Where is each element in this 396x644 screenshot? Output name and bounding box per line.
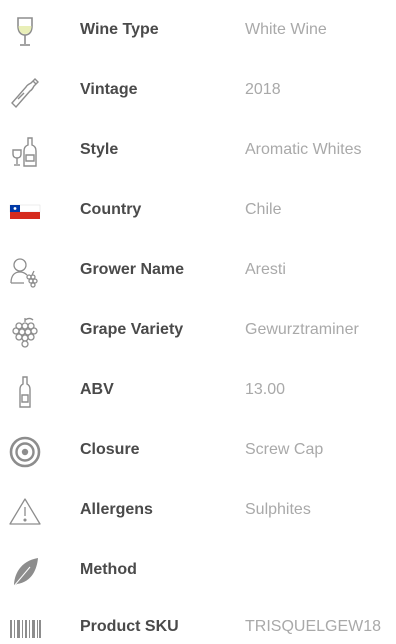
bottle-icon <box>6 73 44 111</box>
leaf-icon <box>6 553 44 591</box>
spec-label: Country <box>80 201 142 218</box>
wine-glass-icon <box>6 13 44 51</box>
spec-label: ABV <box>80 381 114 398</box>
spec-label: Vintage <box>80 81 138 98</box>
spec-value: White Wine <box>245 21 327 38</box>
spec-row-closure: Closure Screw Cap <box>0 427 396 475</box>
spec-label: Grower Name <box>80 261 185 278</box>
closure-target-icon <box>6 433 44 471</box>
grower-icon <box>6 253 44 291</box>
spec-row-style: Style Aromatic Whites <box>0 127 396 175</box>
spec-row-abv: ABV 13.00 <box>0 367 396 415</box>
spec-row-wine-type: Wine Type White Wine <box>0 7 396 55</box>
barcode-icon <box>6 610 44 644</box>
spec-value: Aresti <box>245 261 286 278</box>
spec-label: Grape Variety <box>80 321 184 338</box>
spec-row-method: Method <box>0 547 396 595</box>
spec-label: Method <box>80 561 137 578</box>
spec-value: Sulphites <box>245 501 311 518</box>
spec-row-grower-name: Grower Name Aresti <box>0 247 396 295</box>
grapes-icon <box>6 313 44 351</box>
spec-value: Gewurztraminer <box>245 321 359 338</box>
spec-row-grape-variety: Grape Variety Gewurztraminer <box>0 307 396 355</box>
wine-specs-list: Wine Type White Wine Vintage 2018 Style <box>0 0 396 644</box>
spec-label: Allergens <box>80 501 153 518</box>
spec-value: Screw Cap <box>245 441 324 458</box>
bottle-and-glass-icon <box>6 133 44 171</box>
spec-row-country: Country Chile <box>0 187 396 235</box>
warning-triangle-icon <box>6 493 44 531</box>
spec-row-product-sku: Product SKU TRISQUELGEW18 <box>0 604 396 644</box>
spec-label: Product SKU <box>80 618 179 635</box>
spec-value: Aromatic Whites <box>245 141 362 158</box>
spec-value: 13.00 <box>245 381 286 398</box>
spec-row-allergens: Allergens Sulphites <box>0 487 396 535</box>
spec-label: Closure <box>80 441 140 458</box>
chile-flag-icon <box>6 193 44 231</box>
spec-label: Wine Type <box>80 21 159 38</box>
spec-value: 2018 <box>245 81 281 98</box>
spec-value: TRISQUELGEW18 <box>245 618 382 635</box>
spec-row-vintage: Vintage 2018 <box>0 67 396 115</box>
abv-bottle-icon <box>6 373 44 411</box>
spec-value: Chile <box>245 201 282 218</box>
spec-label: Style <box>80 141 119 158</box>
